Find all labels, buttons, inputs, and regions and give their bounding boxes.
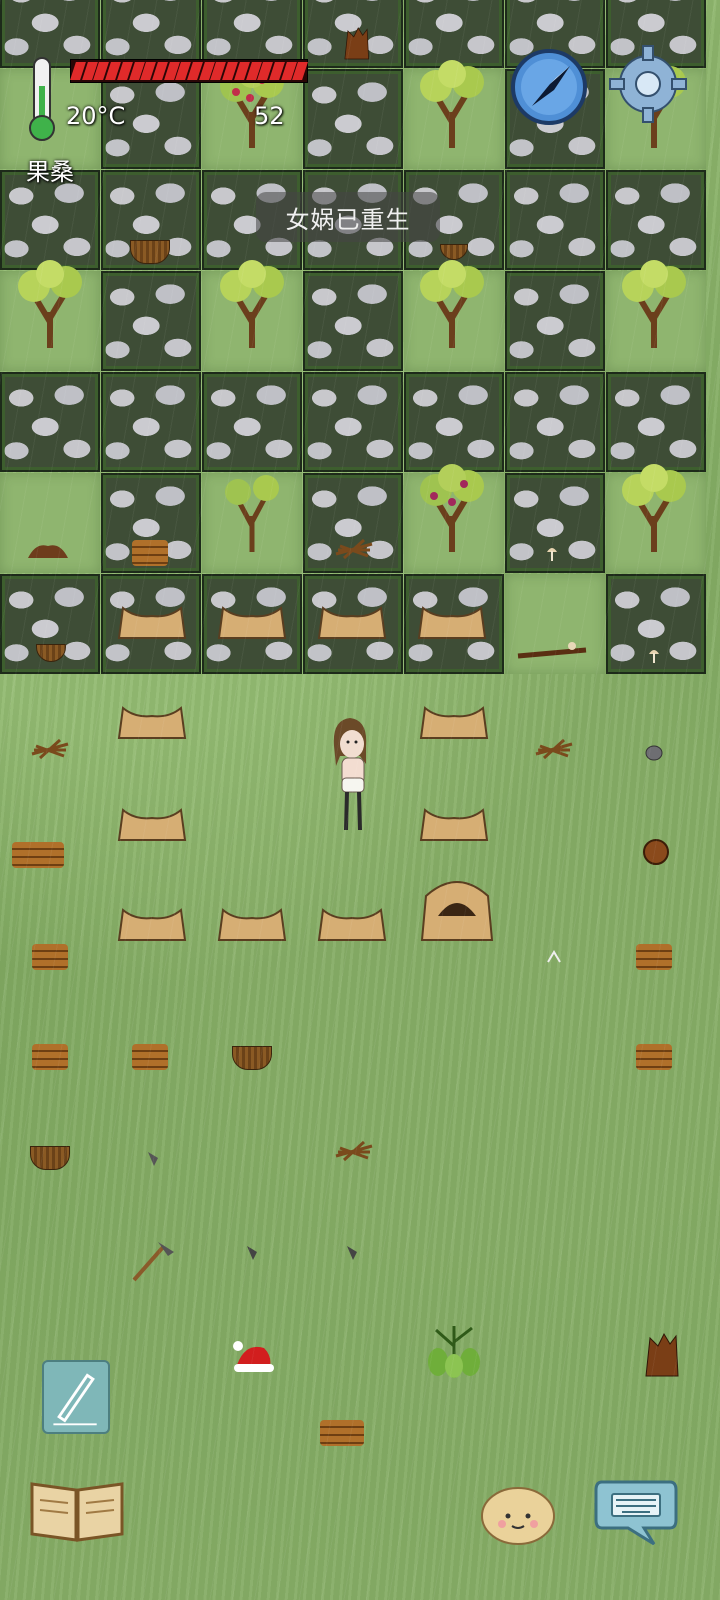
fallen-branch[interactable]	[516, 640, 590, 662]
food-meter	[70, 59, 308, 83]
adobe-wall[interactable]	[115, 904, 189, 942]
stone-floor-tile[interactable]	[101, 271, 201, 371]
stone-floor-tile[interactable]	[303, 271, 403, 371]
reed-basket[interactable]	[232, 1046, 272, 1070]
burdock[interactable]	[640, 836, 672, 868]
round-stone[interactable]	[644, 744, 664, 762]
berry-bush[interactable]	[412, 456, 492, 556]
small-bone[interactable]	[546, 950, 562, 964]
adobe-wall[interactable]	[417, 804, 491, 842]
stone-floor-tile[interactable]	[101, 372, 201, 472]
firewood[interactable]	[636, 944, 672, 970]
fruit-tree[interactable]	[10, 252, 90, 352]
adobe-wall[interactable]	[215, 904, 289, 942]
kindling[interactable]	[334, 536, 374, 560]
fruit-tree[interactable]	[412, 252, 492, 352]
stone-floor-tile[interactable]	[0, 372, 100, 472]
stone-floor-tile[interactable]	[303, 69, 403, 169]
santa-hat[interactable]	[230, 1338, 280, 1374]
rebirth-notification: 女娲已重生	[256, 192, 440, 242]
tree-stump[interactable]	[336, 22, 376, 62]
adobe-wall[interactable]	[415, 602, 489, 640]
sharp-stone[interactable]	[146, 1150, 160, 1168]
firewood[interactable]	[32, 944, 68, 970]
stone-floor-tile[interactable]	[505, 170, 605, 270]
fruit-tree[interactable]	[212, 252, 292, 352]
stone-floor-tile[interactable]	[505, 372, 605, 472]
fruit-tree[interactable]	[614, 456, 694, 556]
mushroom[interactable]	[648, 646, 660, 664]
thermometer-icon	[29, 57, 55, 141]
firewood[interactable]	[132, 540, 168, 566]
adobe-wall[interactable]	[115, 702, 189, 740]
adobe-wall[interactable]	[315, 602, 389, 640]
adobe-wall[interactable]	[215, 602, 289, 640]
adobe-wall[interactable]	[417, 702, 491, 740]
firewood[interactable]	[132, 1044, 168, 1070]
player-character[interactable]	[326, 716, 376, 836]
firewood[interactable]	[32, 1044, 68, 1070]
reed-basket[interactable]	[130, 240, 170, 264]
age-readout: 52	[254, 102, 285, 130]
fruit-tree[interactable]	[614, 252, 694, 352]
tree-stump[interactable]	[640, 1326, 682, 1380]
emote-face-icon[interactable]	[480, 1482, 556, 1546]
adobe-wall[interactable]	[315, 904, 389, 942]
adobe-wall[interactable]	[115, 804, 189, 842]
fruit-tree[interactable]	[412, 52, 492, 152]
stone-floor-tile[interactable]	[505, 271, 605, 371]
hovered-object-name: 果桑	[26, 158, 74, 186]
book-icon[interactable]	[28, 1478, 126, 1544]
kindling[interactable]	[534, 736, 574, 760]
kindling[interactable]	[30, 736, 70, 760]
sharp-stone[interactable]	[244, 1244, 260, 1262]
firewood[interactable]	[636, 1044, 672, 1070]
firewood-pile[interactable]	[12, 842, 64, 868]
kindling[interactable]	[334, 1138, 374, 1162]
stone-floor-tile[interactable]	[303, 372, 403, 472]
keyboard-chat-icon[interactable]	[594, 1476, 678, 1548]
dirt-pile[interactable]	[26, 540, 70, 560]
adobe-wall[interactable]	[115, 602, 189, 640]
gear-icon[interactable]	[608, 44, 688, 124]
pen-icon[interactable]	[42, 1360, 110, 1434]
milkweed-plant[interactable]	[422, 1306, 486, 1380]
adobe-oven[interactable]	[418, 876, 496, 942]
sharp-stone[interactable]	[344, 1244, 360, 1262]
stone-hatchet[interactable]	[130, 1238, 176, 1282]
compass-icon[interactable]	[510, 48, 588, 126]
pen-glyph	[53, 1373, 97, 1426]
stone-floor-tile[interactable]	[101, 0, 201, 68]
reed-basket[interactable]	[30, 1146, 70, 1170]
temperature-readout: 20°C	[66, 102, 126, 130]
sapling-tree[interactable]	[212, 456, 292, 556]
mushroom[interactable]	[546, 544, 558, 562]
firewood[interactable]	[320, 1420, 364, 1446]
